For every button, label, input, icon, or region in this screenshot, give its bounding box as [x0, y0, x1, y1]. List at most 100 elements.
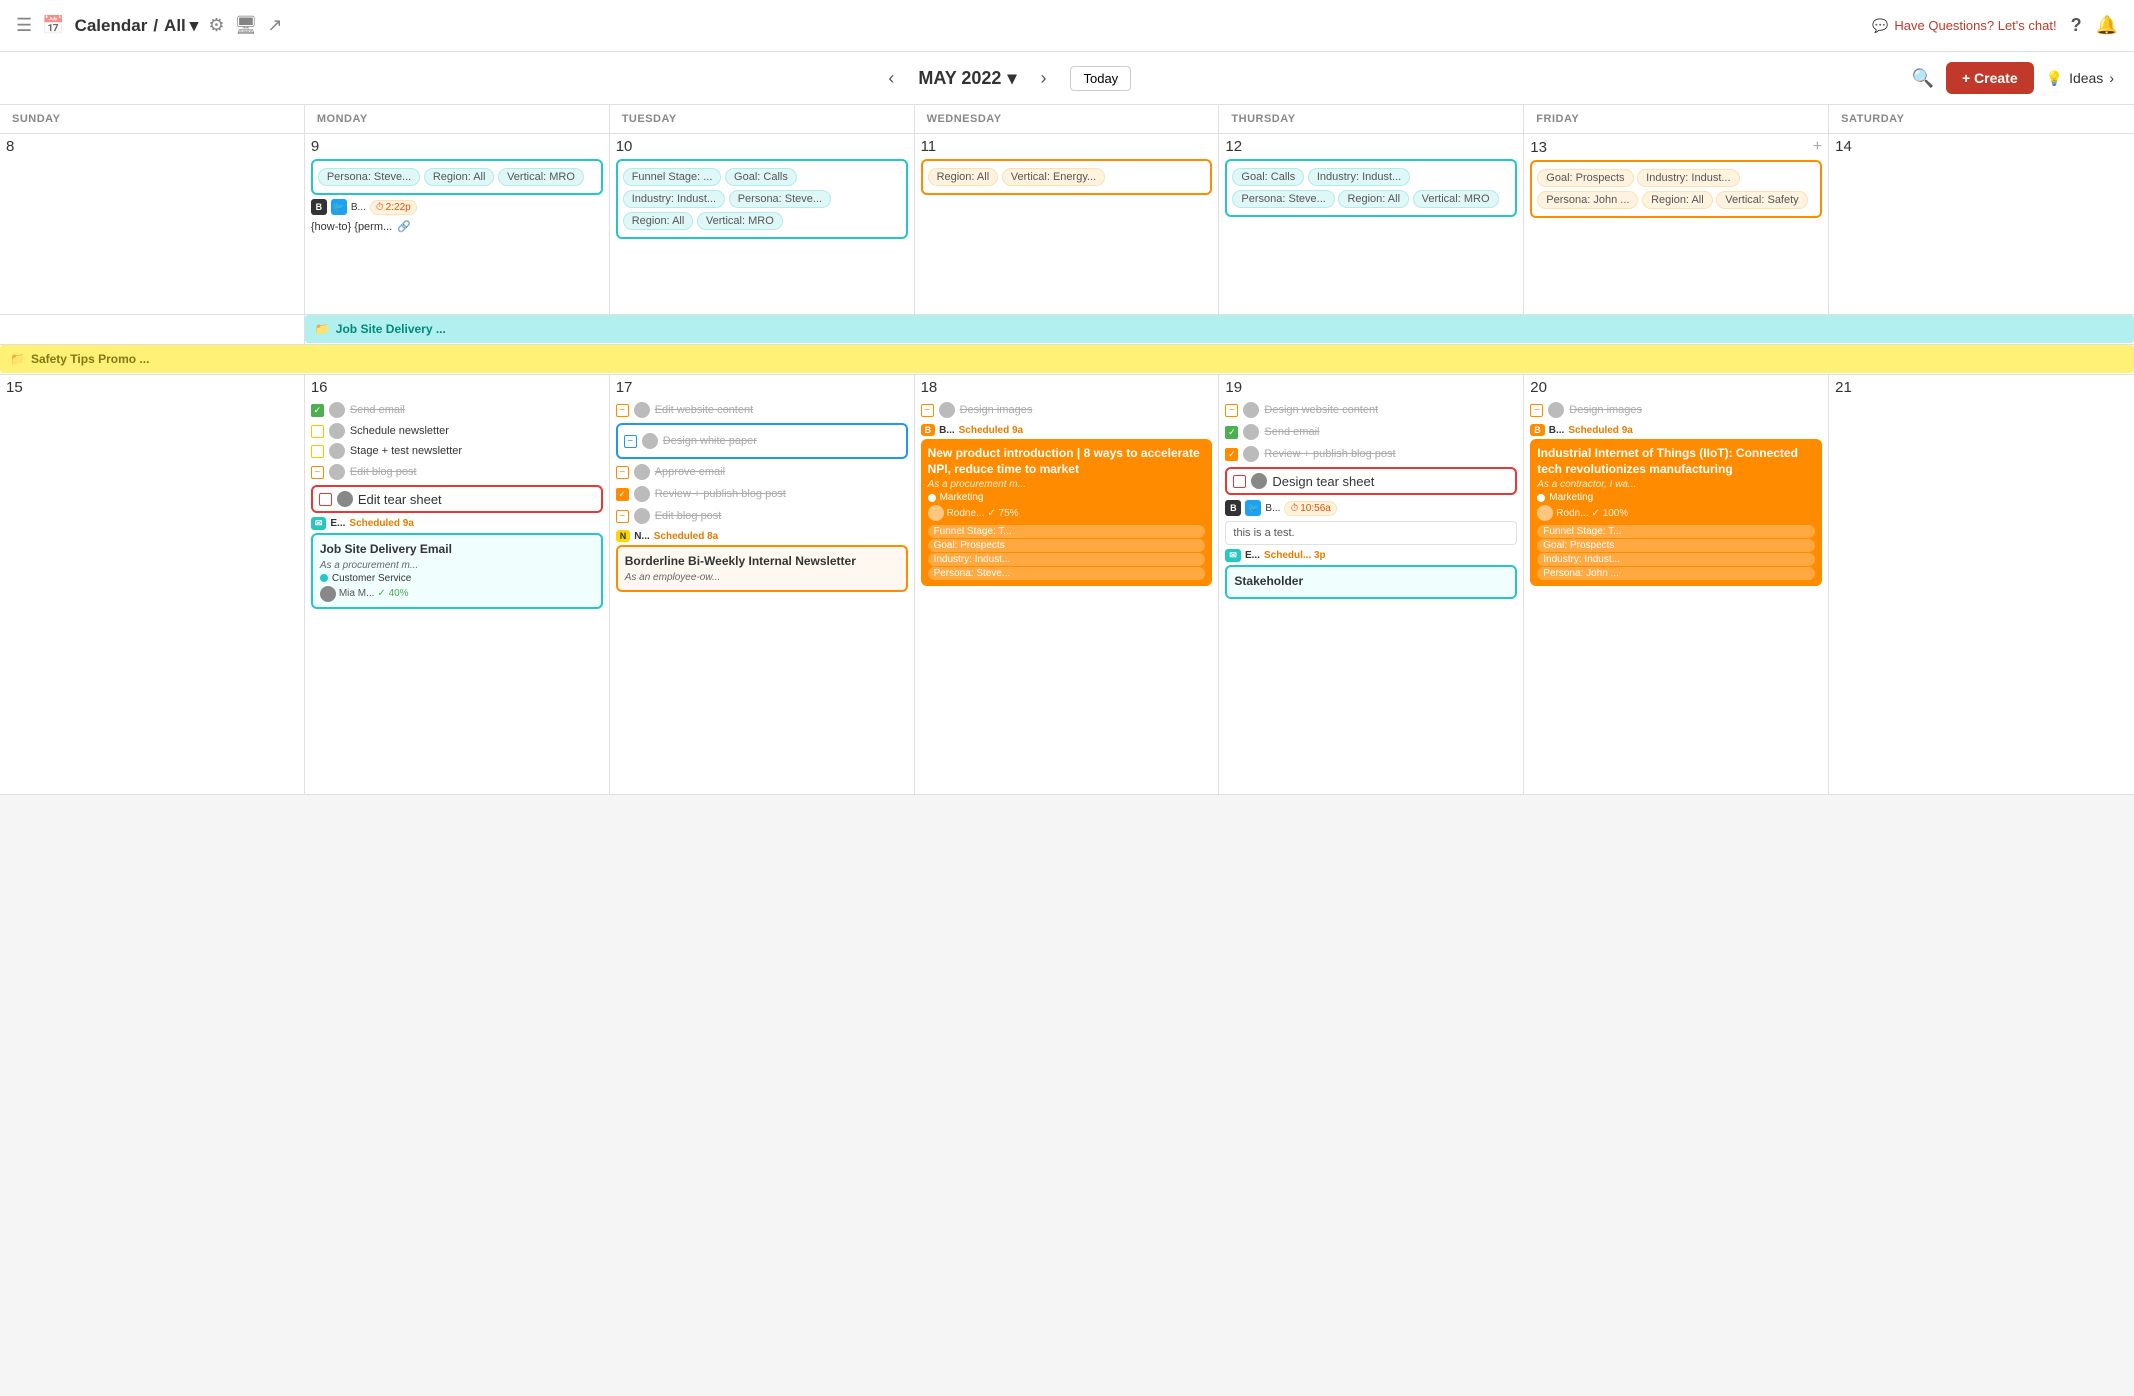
prev-month-button[interactable]: ‹ [880, 64, 902, 93]
week1-wed11-card[interactable]: Region: All Vertical: Energy... [921, 159, 1213, 195]
checkbox-review-blog-thu[interactable]: ✓ [1225, 448, 1238, 461]
checkbox-edit-blog-mon[interactable]: − [311, 466, 324, 479]
day-9: 9 Persona: Steve... Region: All Vertical… [305, 134, 610, 314]
checkbox-send-email-thu[interactable]: ✓ [1225, 426, 1238, 439]
today-button[interactable]: Today [1070, 66, 1131, 91]
task-edit-blog-tue[interactable]: − Edit blog post [616, 506, 908, 526]
day-20: 20 − Design images B B... Scheduled 9a I… [1524, 375, 1829, 794]
borderline-newsletter-card[interactable]: Borderline Bi-Weekly Internal Newsletter… [616, 545, 908, 592]
avatar-send-email-thu [1243, 424, 1259, 440]
checkbox-design-images-wed[interactable]: − [921, 404, 934, 417]
iiot-card[interactable]: Industrial Internet of Things (IIoT): Co… [1530, 439, 1822, 586]
monitor-icon[interactable]: 🖥 [234, 15, 257, 36]
thu19-social-row[interactable]: B 🐦 B... ⏱ 10:56a [1225, 498, 1517, 518]
checkbox-design-tear-sheet-thu[interactable] [1233, 475, 1246, 488]
share-icon[interactable]: ↗ [267, 15, 282, 36]
day-headers: SUNDAY MONDAY TUESDAY WEDNESDAY THURSDAY… [0, 105, 2134, 134]
checkbox-stage-test[interactable] [311, 445, 324, 458]
wed18-scheduled-header: B B... Scheduled 9a [921, 424, 1213, 436]
filter-icon[interactable]: ⚙ [208, 15, 224, 36]
day-number-10: 10 [616, 138, 908, 155]
checkbox-edit-tear-sheet[interactable] [319, 493, 332, 506]
job-site-delivery-email-card[interactable]: Job Site Delivery Email As a procurement… [311, 533, 603, 609]
view-dropdown[interactable]: All ▾ [164, 16, 198, 36]
chat-link[interactable]: 💬 Have Questions? Let's chat! [1872, 18, 2056, 34]
month-title[interactable]: MAY 2022 ▾ [918, 68, 1016, 89]
checkbox-approve-email[interactable]: − [616, 466, 629, 479]
task-review-blog-tue[interactable]: ✓ Review + publish blog post [616, 484, 908, 504]
design-tear-sheet-card-thu[interactable]: Design tear sheet [1225, 467, 1517, 495]
week1-thu12-card[interactable]: Goal: Calls Industry: Indust... Persona:… [1225, 159, 1517, 217]
tag-goal-prospects-fri: Goal: Prospects [1537, 169, 1633, 187]
tag-vertical-energy: Vertical: Energy... [1002, 168, 1105, 186]
notification-bell[interactable]: 🔔 [2096, 15, 2118, 36]
checkbox-schedule-newsletter[interactable] [311, 425, 324, 438]
fri20-scheduled-header: B B... Scheduled 9a [1530, 424, 1822, 436]
day-10: 10 Funnel Stage: ... Goal: Calls Industr… [610, 134, 915, 314]
create-button[interactable]: + Create [1946, 62, 2034, 94]
sched-header-tue17: N N... Scheduled 8a [616, 530, 908, 542]
mon16-scheduled-card[interactable]: ✉ E... Scheduled 9a Job Site Delivery Em… [311, 517, 603, 609]
day-number-20: 20 [1530, 379, 1822, 396]
search-icon[interactable]: 🔍 [1912, 68, 1934, 89]
tag-goal-calls: Goal: Calls [725, 168, 797, 186]
add-event-friday-button[interactable]: + [1813, 138, 1822, 156]
task-design-images-wed[interactable]: − Design images [921, 400, 1213, 420]
tag-persona: Persona: Steve... [729, 190, 831, 208]
tue17-scheduled-card[interactable]: N N... Scheduled 8a Borderline Bi-Weekly… [616, 530, 908, 592]
edit-tear-sheet-card[interactable]: Edit tear sheet [311, 485, 603, 513]
tag-goal-calls-thu: Goal: Calls [1232, 168, 1304, 186]
checkbox-edit-website[interactable]: − [616, 404, 629, 417]
avatar-design-images-wed [939, 402, 955, 418]
mon9-blog-item[interactable]: {how-to} {perm... 🔗 [311, 219, 603, 234]
week1-fri13-card[interactable]: Goal: Prospects Industry: Indust... Pers… [1530, 160, 1822, 218]
tag-region-thu: Region: All [1338, 190, 1409, 208]
design-tear-sheet-label-thu: Design tear sheet [1272, 474, 1374, 489]
twitter-icon: 🐦 [331, 199, 347, 215]
job-site-delivery-bar[interactable]: 📁 Job Site Delivery ... [305, 315, 2134, 343]
tag-persona-john-fri: Persona: John ... [1537, 191, 1638, 209]
help-button[interactable]: ? [2071, 15, 2082, 36]
calendar-toolbar: ‹ MAY 2022 ▾ › Today 🔍 + Create 💡 Ideas … [0, 52, 2134, 105]
safety-tips-promo-bar[interactable]: 📁 Safety Tips Promo ... [0, 345, 2134, 373]
span-row-2: 📁 Safety Tips Promo ... [0, 345, 2134, 375]
checkbox-design-whitepaper[interactable]: − [624, 435, 637, 448]
week1-mon9-card[interactable]: Persona: Steve... Region: All Vertical: … [311, 159, 603, 195]
menu-icon[interactable]: ☰ [16, 15, 32, 36]
avatar-send-email [329, 402, 345, 418]
task-design-website-thu[interactable]: − Design website content [1225, 400, 1517, 420]
checkbox-edit-blog-tue[interactable]: − [616, 510, 629, 523]
mon9-social-row[interactable]: B 🐦 B... ⏱ 2:22p [311, 197, 603, 217]
design-white-paper-card[interactable]: − Design white paper [616, 423, 908, 459]
task-edit-website[interactable]: − Edit website content [616, 400, 908, 420]
time-badge-thu: ⏱ 10:56a [1284, 501, 1336, 516]
week-row-2: 15 16 ✓ Send email Schedule newsletter S… [0, 375, 2134, 795]
checkbox-review-blog-tue[interactable]: ✓ [616, 488, 629, 501]
day-number-19: 19 [1225, 379, 1517, 396]
week1-tue10-card[interactable]: Funnel Stage: ... Goal: Calls Industry: … [616, 159, 908, 239]
task-design-images-fri[interactable]: − Design images [1530, 400, 1822, 420]
day-number-9: 9 [311, 138, 603, 155]
ideas-button[interactable]: 💡 Ideas › [2046, 70, 2114, 87]
new-product-intro-card[interactable]: New product introduction | 8 ways to acc… [921, 439, 1213, 586]
checkbox-design-website-thu[interactable]: − [1225, 404, 1238, 417]
dot-customer-service [320, 574, 328, 582]
nav-title-text: Calendar [75, 16, 148, 36]
day-17: 17 − Edit website content − Design white… [610, 375, 915, 794]
task-edit-blog-mon[interactable]: − Edit blog post [311, 462, 603, 482]
tag-industry-thu: Industry: Indust... [1308, 168, 1410, 186]
stakeholder-card[interactable]: Stakeholder [1225, 565, 1517, 599]
checkbox-send-email[interactable]: ✓ [311, 404, 324, 417]
nav-sep: / [153, 16, 158, 36]
day-number-18: 18 [921, 379, 1213, 396]
task-approve-email[interactable]: − Approve email [616, 462, 908, 482]
avatar-design-website-thu [1243, 402, 1259, 418]
task-send-email-thu[interactable]: ✓ Send email [1225, 422, 1517, 442]
task-stage-test[interactable]: Stage + test newsletter [311, 442, 603, 460]
task-send-email-mon[interactable]: ✓ Send email [311, 400, 603, 420]
next-month-button[interactable]: › [1032, 64, 1054, 93]
checkbox-design-images-fri[interactable]: − [1530, 404, 1543, 417]
sched-header-wed18: B B... Scheduled 9a [921, 424, 1213, 436]
task-review-blog-thu[interactable]: ✓ Review + publish blog post [1225, 444, 1517, 464]
task-schedule-newsletter[interactable]: Schedule newsletter [311, 422, 603, 440]
